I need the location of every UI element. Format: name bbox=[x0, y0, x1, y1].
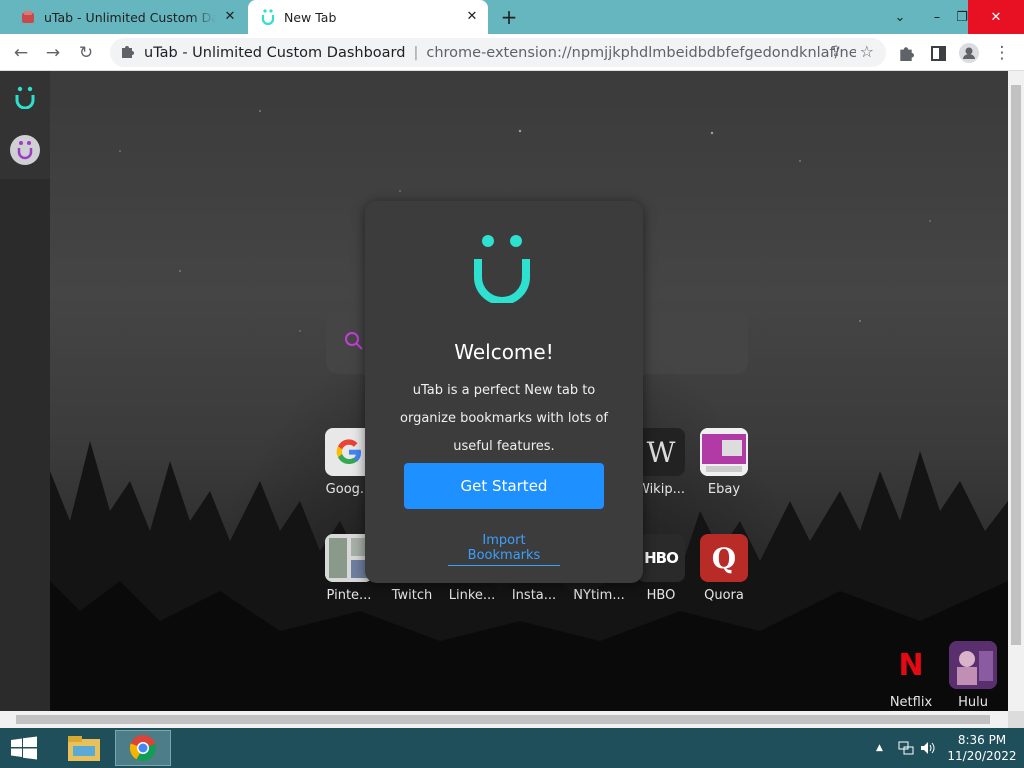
vertical-scrollbar[interactable] bbox=[1008, 71, 1024, 711]
shortcut-label: Netflix bbox=[889, 695, 933, 710]
shortcut-label: Pinte... bbox=[326, 588, 372, 603]
windows-start-icon[interactable] bbox=[10, 736, 38, 760]
shortcut-label: Ebay bbox=[707, 482, 741, 497]
shortcut-label: Twitch bbox=[391, 588, 433, 603]
bookmark-star-icon[interactable]: ☆ bbox=[860, 42, 874, 61]
tab-title: uTab - Unlimited Custom Dashboard bbox=[44, 9, 216, 25]
side-panel-icon[interactable] bbox=[927, 42, 949, 64]
tab-utab[interactable]: uTab - Unlimited Custom Dashboard ✕ bbox=[8, 0, 246, 34]
reload-icon[interactable]: ↻ bbox=[75, 42, 97, 64]
chrome-taskbar-icon[interactable] bbox=[115, 730, 171, 766]
forward-arrow-icon[interactable]: → bbox=[42, 42, 64, 64]
address-bar[interactable]: uTab - Unlimited Custom Dashboard | chro… bbox=[110, 38, 886, 67]
close-tab-icon[interactable]: ✕ bbox=[222, 9, 238, 25]
system-clock[interactable]: 8:36 PM 11/20/2022 bbox=[940, 732, 1024, 764]
shortcut-ebay[interactable]: Ebay bbox=[693, 428, 755, 497]
shortcut-netflix[interactable]: N Netflix bbox=[880, 641, 942, 711]
share-icon[interactable]: ⇪ bbox=[830, 44, 842, 60]
horizontal-scrollbar[interactable] bbox=[0, 711, 1008, 728]
omnibox-url: chrome-extension://npmjjkphdlmbeidbdbfef… bbox=[426, 44, 857, 61]
left-sidebar bbox=[0, 71, 50, 711]
search-icon bbox=[345, 332, 363, 350]
tab-title: New Tab bbox=[284, 9, 337, 25]
get-started-button[interactable]: Get Started bbox=[404, 463, 604, 509]
shortcut-label: Hulu bbox=[958, 695, 988, 710]
new-tab-page: Goog... W Wikip... Ebay Pinte... Twitch … bbox=[0, 71, 1008, 711]
shortcut-label: NYtim... bbox=[573, 588, 625, 603]
import-bookmarks-link[interactable]: Import Bookmarks bbox=[448, 533, 560, 566]
shortcut-label: Linke... bbox=[448, 588, 496, 603]
tab-strip: uTab - Unlimited Custom Dashboard ✕ New … bbox=[0, 0, 1024, 34]
omnibox-separator: | bbox=[413, 44, 419, 61]
welcome-dialog: Welcome! uTab is a perfect New tab to or… bbox=[365, 201, 643, 583]
tab-search-chevron-icon[interactable]: ⌄ bbox=[883, 0, 917, 34]
omnibox-host: uTab - Unlimited Custom Dashboard bbox=[144, 44, 406, 61]
windows-taskbar: ▲ 8:36 PM 11/20/2022 bbox=[0, 728, 1024, 768]
new-tab-button[interactable]: + bbox=[499, 7, 519, 27]
clock-date: 11/20/2022 bbox=[947, 749, 1017, 763]
tray-expand-icon[interactable]: ▲ bbox=[876, 728, 883, 768]
netflix-icon: N bbox=[898, 647, 924, 683]
profile-avatar-icon[interactable] bbox=[958, 42, 980, 64]
quora-icon: Q bbox=[700, 534, 748, 582]
shortcut-label: Insta... bbox=[511, 588, 557, 603]
welcome-title: Welcome! bbox=[454, 340, 554, 364]
user-avatar[interactable] bbox=[10, 135, 40, 165]
welcome-description: uTab is a perfect New tab to organize bo… bbox=[400, 383, 608, 454]
scrollbar-corner bbox=[1008, 711, 1024, 728]
wikipedia-icon: W bbox=[637, 428, 685, 476]
shortcut-quora[interactable]: Q Quora bbox=[693, 534, 755, 603]
utab-logo-icon bbox=[260, 9, 276, 25]
clock-time: 8:36 PM bbox=[957, 733, 1007, 747]
hbo-icon: HBO bbox=[637, 534, 685, 582]
close-tab-icon[interactable]: ✕ bbox=[464, 9, 480, 25]
browser-toolbar: ← → ↻ uTab - Unlimited Custom Dashboard … bbox=[0, 34, 1024, 71]
file-explorer-icon[interactable] bbox=[56, 730, 112, 766]
ebay-icon bbox=[700, 428, 748, 476]
utab-sidebar-logo-icon[interactable] bbox=[13, 85, 37, 109]
utab-logo-icon bbox=[474, 235, 530, 303]
extensions-icon[interactable] bbox=[895, 42, 917, 64]
back-arrow-icon[interactable]: ← bbox=[10, 42, 32, 64]
vertical-scroll-thumb[interactable] bbox=[1011, 85, 1021, 645]
network-icon[interactable] bbox=[898, 728, 914, 768]
horizontal-scroll-thumb[interactable] bbox=[16, 715, 990, 724]
close-window-icon[interactable]: ✕ bbox=[968, 0, 1024, 34]
tab-new-tab[interactable]: New Tab ✕ bbox=[248, 0, 488, 34]
volume-icon[interactable] bbox=[920, 728, 936, 768]
shortcut-label: Quora bbox=[704, 588, 744, 603]
shortcut-hulu[interactable]: Hulu bbox=[942, 641, 1004, 710]
utab-avatar-icon bbox=[17, 141, 33, 160]
extension-puzzle-icon bbox=[120, 44, 136, 62]
sidebar-top bbox=[0, 71, 50, 179]
utab-favicon-icon bbox=[20, 9, 36, 25]
menu-kebab-icon[interactable]: ⋮ bbox=[991, 42, 1013, 64]
hulu-icon bbox=[949, 641, 997, 689]
shortcut-label: HBO bbox=[646, 588, 676, 603]
